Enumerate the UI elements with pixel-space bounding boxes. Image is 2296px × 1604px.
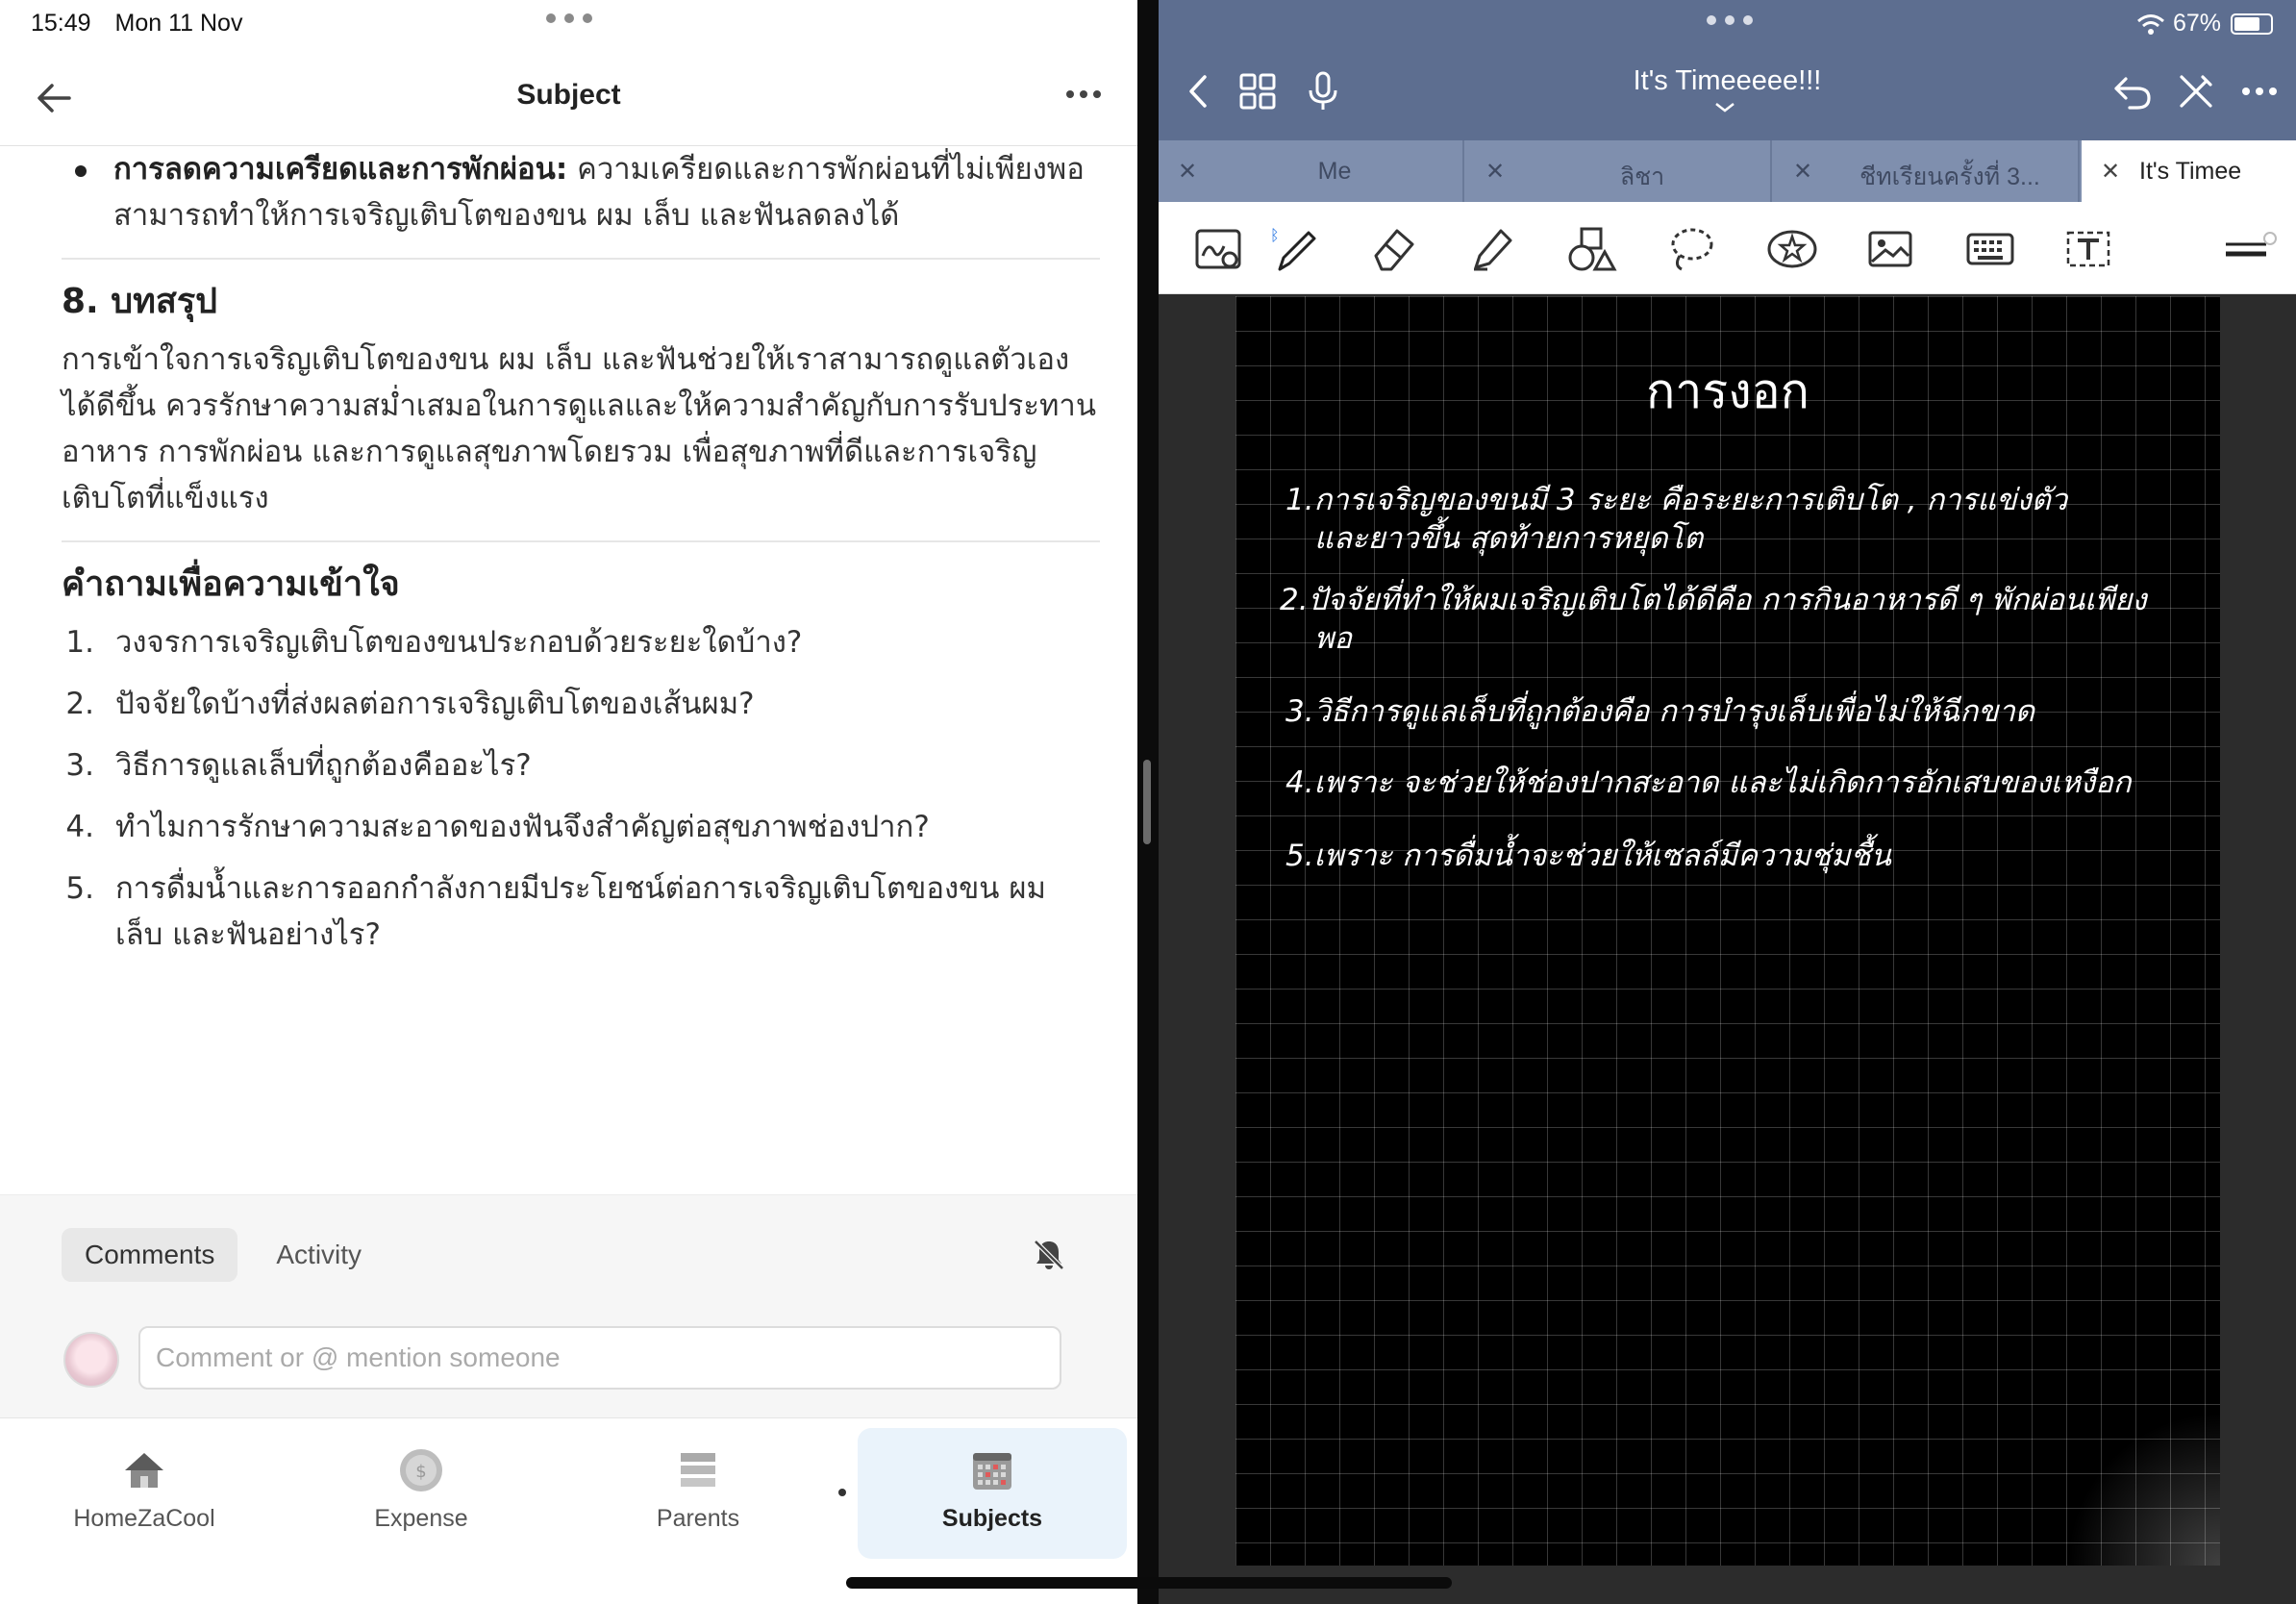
- close-icon[interactable]: ✕: [1178, 158, 1197, 186]
- notebook-page[interactable]: การงอก 1.การเจริญของขนมี 3 ระยะ คือระยะก…: [1235, 296, 2220, 1566]
- battery-icon: [2231, 13, 2273, 35]
- section-heading: 8. บทสรุป: [62, 282, 217, 321]
- close-icon[interactable]: ✕: [1793, 158, 1812, 186]
- sticker-icon[interactable]: [1766, 223, 1818, 275]
- question-list: 1. วงจรการเจริญเติบโตของขนประกอบด้วยระยะใ…: [62, 619, 1100, 958]
- keyboard-icon[interactable]: [1964, 223, 2016, 275]
- drawing-toolbar: ᛒ: [1159, 202, 2296, 294]
- svg-text:$: $: [415, 1462, 426, 1482]
- stack-icon: [681, 1453, 715, 1487]
- question-item: 3. วิธีการดูแลเล็บที่ถูกต้องคืออะไร?: [65, 748, 532, 783]
- highlighter-icon[interactable]: [1466, 223, 1518, 275]
- subject-content: การลดความเครียดและการพักผ่อน: ความเครียด…: [62, 146, 1100, 973]
- home-indicator[interactable]: [846, 1577, 1452, 1589]
- battery-percent: 67%: [2172, 10, 2221, 37]
- divider: [62, 540, 1100, 542]
- app-header: 67% It's Timeeeee!!!: [1159, 0, 2296, 140]
- multitasking-menu-icon[interactable]: [1707, 15, 1753, 29]
- question-item: 4. ทำไมการรักษาความสะอาดของฟันจึงสำคัญต่อ…: [65, 810, 930, 844]
- wifi-icon: [2136, 13, 2164, 35]
- doc-tab[interactable]: ✕ Me: [1159, 140, 1464, 202]
- more-options-icon[interactable]: [1066, 90, 1101, 104]
- image-icon[interactable]: [1864, 223, 1916, 275]
- page-shadow: [2066, 1412, 2220, 1566]
- doc-tab-active[interactable]: ✕ It's Timee: [2082, 140, 2296, 202]
- nav-bar: Subject: [0, 58, 1137, 146]
- tab-parents[interactable]: Parents: [563, 1428, 833, 1559]
- stroke-width-icon[interactable]: [2220, 223, 2278, 275]
- document-tabs: ✕ Me ✕ ลิชา ✕ ชีทเรียนครั้งที่ 3... ✕ It…: [1159, 140, 2296, 202]
- tab-homezacool[interactable]: HomeZaCool: [10, 1428, 279, 1559]
- more-options-icon[interactable]: [2237, 69, 2282, 113]
- split-view-handle[interactable]: [1143, 760, 1151, 844]
- close-icon[interactable]: ✕: [2101, 158, 2120, 186]
- tab-comments[interactable]: Comments: [62, 1228, 238, 1282]
- close-icon[interactable]: ✕: [1485, 158, 1505, 186]
- text-box-icon[interactable]: [2062, 223, 2114, 275]
- tab-dot-indicator: [838, 1489, 846, 1496]
- undo-icon[interactable]: [2110, 69, 2155, 113]
- calendar-grid-icon: [973, 1453, 1011, 1490]
- handwriting-zoom-icon[interactable]: [1193, 223, 1245, 275]
- comments-tabs: Comments Activity: [62, 1228, 400, 1282]
- handwritten-line: 3.วิธีการดูแลเล็บที่ถูกต้องคือ การบำรุงเ…: [1285, 694, 2035, 729]
- handwritten-line: 4.เพราะ จะช่วยให้ช่องปากสะอาด และไม่เกิด…: [1285, 765, 2132, 800]
- bullet-icon: [75, 165, 87, 177]
- bell-muted-icon[interactable]: [1032, 1238, 1066, 1272]
- handwritten-line: 1.การเจริญของขนมี 3 ระยะ คือระยะการเติบโ…: [1285, 483, 2068, 517]
- ipad-split-view: 15:49 Mon 11 Nov Subject การลดความเครียด…: [0, 0, 2296, 1604]
- bottom-tab-bar: HomeZaCool $ Expense Parents Subjects: [0, 1417, 1137, 1604]
- handwritten-line: 5.เพราะ การดื่มน้ำจะช่วยให้เซลล์มีความชุ…: [1285, 839, 1891, 873]
- coin-icon: $: [400, 1449, 442, 1491]
- shapes-icon[interactable]: [1566, 223, 1618, 275]
- lasso-icon[interactable]: [1666, 223, 1718, 275]
- eraser-icon[interactable]: [1368, 223, 1420, 275]
- notes-app-pane: 15:49 Mon 11 Nov Subject การลดความเครียด…: [0, 0, 1137, 1604]
- list-item: การลดความเครียดและการพักผ่อน: ความเครียด…: [75, 146, 1100, 238]
- chevron-down-icon[interactable]: [1714, 102, 1735, 113]
- comments-panel: Comments Activity: [0, 1194, 1137, 1417]
- goodnotes-pane: 67% It's Timeeeee!!! ✕ Me ✕ ลิชา ✕ ชีทเร…: [1159, 0, 2296, 1604]
- pen-off-icon[interactable]: [2174, 69, 2218, 113]
- pen-icon[interactable]: ᛒ: [1268, 223, 1320, 275]
- question-item: 2. ปัจจัยใดบ้างที่ส่งผลต่อการเจริญเติบโตข…: [65, 687, 755, 721]
- doc-tab[interactable]: ✕ ลิชา: [1466, 140, 1772, 202]
- divider: [62, 258, 1100, 260]
- tab-subjects[interactable]: Subjects: [858, 1428, 1127, 1559]
- handwritten-line: 2.ปัจจัยที่ทำให้ผมเจริญเติบโตได้ดีคือ กา…: [1280, 583, 2147, 617]
- doc-tab[interactable]: ✕ ชีทเรียนครั้งที่ 3...: [1774, 140, 2080, 202]
- tab-expense[interactable]: $ Expense: [287, 1428, 556, 1559]
- question-item: 5. การดื่มน้ำและการออกกำลังกายมีประโยชน์ต…: [65, 871, 1046, 952]
- note-title: การงอก: [1646, 363, 1809, 419]
- tab-activity[interactable]: Activity: [253, 1228, 385, 1282]
- question-item: 1. วงจรการเจริญเติบโตของขนประกอบด้วยระยะใ…: [65, 625, 803, 660]
- status-date: Mon 11 Nov: [114, 10, 243, 37]
- page-title: Subject: [516, 79, 621, 111]
- bullet-bold-text: การลดความเครียดและการพักผ่อน:: [113, 152, 568, 187]
- section-paragraph: การเข้าใจการเจริญเติบโตของขน ผม เล็บ และ…: [62, 342, 1097, 515]
- questions-heading: คำถามเพื่อความเข้าใจ: [62, 564, 400, 604]
- house-icon: [125, 1453, 163, 1488]
- comment-input[interactable]: [138, 1326, 1061, 1390]
- handwritten-line: พอ: [1314, 621, 1353, 656]
- avatar: [63, 1332, 119, 1388]
- status-time: 15:49: [31, 10, 91, 37]
- multitasking-menu-icon[interactable]: [546, 13, 592, 27]
- handwritten-line: และยาวขึ้น สุดท้ายการหยุดโต: [1314, 521, 1704, 556]
- svg-text:ᛒ: ᛒ: [1270, 226, 1280, 244]
- status-bar-right: 67%: [2136, 10, 2273, 38]
- status-bar-left: 15:49 Mon 11 Nov: [31, 10, 260, 38]
